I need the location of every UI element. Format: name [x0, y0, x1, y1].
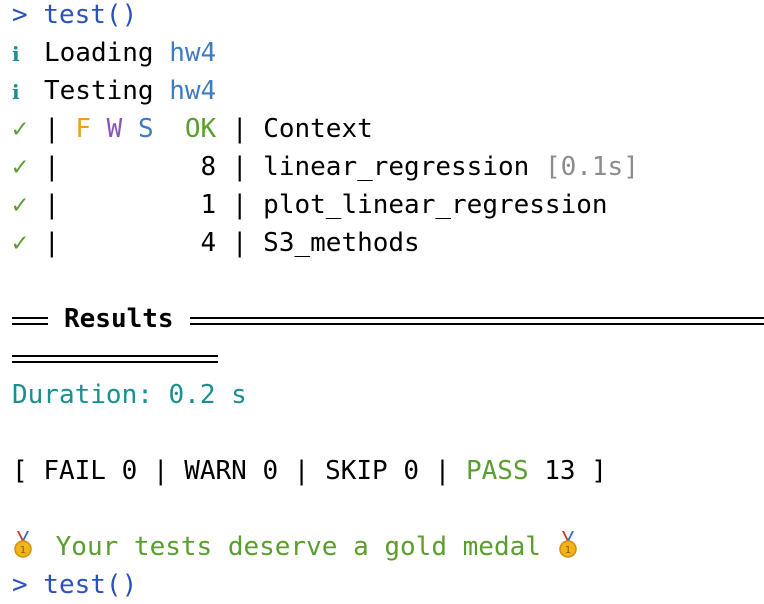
- row-context: plot_linear_regression: [263, 190, 608, 220]
- summary-pass-label: PASS: [465, 456, 529, 486]
- gold-medal-icon: 1: [557, 531, 585, 559]
- header-skip: S: [137, 114, 154, 144]
- summary-fail: FAIL 0: [43, 456, 138, 486]
- column-separator: |: [44, 114, 60, 144]
- summary-open: [: [12, 456, 28, 486]
- loading-package: hw4: [169, 38, 217, 68]
- testing-verb: Testing: [44, 76, 154, 106]
- r-console-output: > test() i Loading hw4 i Testing hw4 ✓ | F …: [12, 0, 764, 604]
- row-context: linear_regression: [263, 152, 530, 182]
- prompt-symbol: >: [12, 0, 28, 30]
- double-rule-right: [190, 317, 764, 325]
- duration-line: Duration: 0.2 s: [12, 380, 247, 410]
- summary-close: ]: [591, 456, 607, 486]
- check-icon: ✓: [12, 114, 28, 144]
- loading-verb: Loading: [44, 38, 154, 68]
- results-rule-continuation: [12, 338, 764, 376]
- row-ok-count: 1: [200, 190, 217, 220]
- double-rule-left: [12, 317, 48, 325]
- command-text: test(): [43, 0, 138, 30]
- column-separator: |: [231, 190, 248, 220]
- column-separator: |: [231, 114, 248, 144]
- results-title: Results: [64, 304, 174, 334]
- svg-text:1: 1: [564, 545, 570, 556]
- loading-line: i Loading hw4: [12, 34, 764, 72]
- header-warn: W: [106, 114, 123, 144]
- row-time: [0.1s]: [544, 152, 639, 182]
- check-icon: ✓: [12, 190, 28, 220]
- header-context: Context: [263, 114, 373, 144]
- column-separator: |: [231, 152, 248, 182]
- testing-line: i Testing hw4: [12, 72, 764, 110]
- gold-medal-icon: 1: [12, 531, 40, 559]
- command-line: > test(): [12, 0, 764, 34]
- check-icon: ✓: [12, 152, 28, 182]
- table-row: ✓ | 1 | plot_linear_regression: [12, 186, 764, 224]
- header-ok: OK: [184, 114, 217, 144]
- summary-line: [ FAIL 0 | WARN 0 | SKIP 0 | PASS 13 ]: [12, 452, 764, 490]
- praise-line: 1 Your tests deserve a gold medal 1: [12, 528, 764, 566]
- summary-skip: SKIP 0: [325, 456, 420, 486]
- next-command-line: > test(): [12, 570, 138, 600]
- svg-text:1: 1: [20, 545, 26, 556]
- info-icon: i: [12, 80, 20, 104]
- praise-text: Your tests deserve a gold medal: [55, 532, 541, 562]
- column-separator: |: [293, 456, 310, 486]
- double-rule-wrap: [12, 355, 218, 363]
- column-separator: |: [231, 228, 248, 258]
- header-fail: F: [75, 114, 91, 144]
- row-ok-count: 4: [200, 228, 217, 258]
- column-separator: |: [434, 456, 451, 486]
- summary-pass-count: 13: [544, 456, 576, 486]
- column-separator: |: [44, 152, 60, 182]
- summary-warn: WARN 0: [184, 456, 279, 486]
- row-context: S3_methods: [263, 228, 420, 258]
- table-row: ✓ | 8 | linear_regression [0.1s]: [12, 148, 764, 186]
- testing-package: hw4: [169, 76, 217, 106]
- table-row: ✓ | 4 | S3_methods: [12, 224, 764, 262]
- info-icon: i: [12, 42, 20, 66]
- row-ok-count: 8: [200, 152, 217, 182]
- column-separator: |: [44, 190, 60, 220]
- table-header: ✓ | F W S OK | Context: [12, 110, 764, 148]
- column-separator: |: [44, 228, 60, 258]
- check-icon: ✓: [12, 228, 28, 258]
- results-rule: Results: [12, 300, 764, 338]
- column-separator: |: [152, 456, 169, 486]
